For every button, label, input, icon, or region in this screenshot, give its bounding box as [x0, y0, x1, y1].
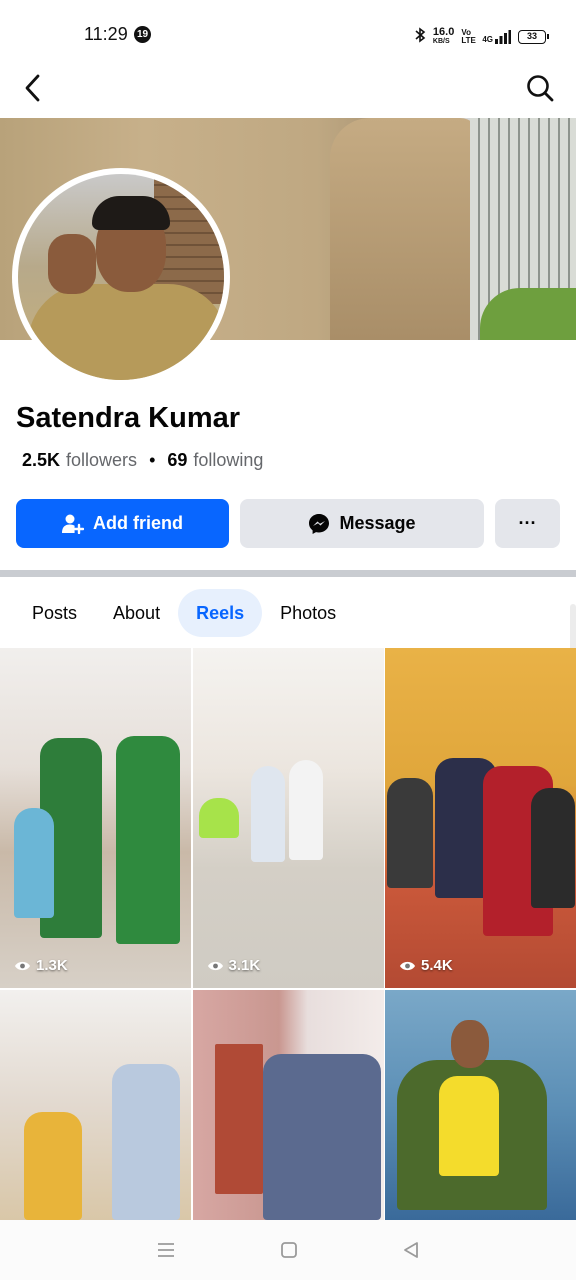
followers-count[interactable]: 2.5K: [22, 450, 60, 471]
reel-views: 1.3K: [14, 957, 68, 974]
following-count[interactable]: 69: [167, 450, 187, 471]
following-label[interactable]: following: [193, 450, 263, 471]
cover-photo-arm: [330, 118, 480, 340]
back-nav-icon[interactable]: [402, 1241, 420, 1259]
eye-icon: [207, 961, 223, 970]
status-time: 11:29: [84, 24, 128, 44]
recent-apps-icon[interactable]: [156, 1242, 176, 1258]
notification-badge: 19: [134, 26, 151, 43]
reel-thumbnail[interactable]: [192, 990, 384, 1220]
avatar-image: [18, 174, 224, 380]
profile-actions: Add friend Message ···: [16, 499, 560, 549]
reel-thumbnail[interactable]: [0, 990, 191, 1220]
reel-views: 5.4K: [399, 957, 453, 974]
back-button[interactable]: [18, 72, 50, 104]
tab-photos[interactable]: Photos: [262, 589, 354, 637]
home-icon[interactable]: [280, 1241, 298, 1259]
message-button[interactable]: Message: [240, 499, 484, 548]
reel-thumbnail[interactable]: 1.3K: [0, 648, 191, 988]
stats-separator: •: [149, 450, 156, 470]
system-nav-bar: [0, 1220, 576, 1280]
add-friend-label: Add friend: [93, 513, 183, 533]
section-divider: [0, 570, 576, 577]
signal-icon: 4G: [482, 29, 511, 44]
tab-about[interactable]: About: [95, 589, 178, 637]
followers-label[interactable]: followers: [66, 450, 137, 471]
back-arrow-icon: [25, 74, 40, 102]
reel-thumbnail[interactable]: 3.1K: [192, 648, 384, 988]
messenger-icon: [309, 513, 330, 534]
profile-stats: 2.5K followers • 69 following: [22, 450, 263, 471]
profile-tabs: Posts About Reels Photos: [0, 588, 576, 638]
status-bar: 11:29 19 16.0 KB/S Vo LTE 4G 33: [0, 0, 576, 70]
add-friend-button[interactable]: Add friend: [16, 499, 229, 548]
bluetooth-icon: [414, 27, 426, 46]
search-icon: [527, 75, 554, 102]
reels-grid: 1.3K 3.1K 5.4K: [0, 648, 576, 1220]
status-icons: 16.0 KB/S Vo LTE 4G 33: [414, 25, 549, 46]
more-options-button[interactable]: ···: [495, 499, 560, 548]
more-options-icon: ···: [518, 513, 537, 533]
volte-indicator: Vo LTE: [461, 27, 476, 45]
eye-icon: [15, 961, 30, 970]
battery-icon: 33: [518, 29, 549, 44]
eye-icon: [400, 961, 415, 970]
reel-views: 3.1K: [207, 957, 260, 974]
reel-thumbnail[interactable]: 5.4K: [385, 648, 576, 988]
profile-picture[interactable]: [12, 168, 230, 386]
tab-posts[interactable]: Posts: [14, 589, 95, 637]
search-button[interactable]: [524, 72, 556, 104]
profile-name: Satendra Kumar: [16, 402, 241, 434]
reel-thumbnail[interactable]: [385, 990, 576, 1220]
cover-photo-greenery: [480, 288, 576, 340]
message-label: Message: [339, 513, 416, 533]
tab-reels[interactable]: Reels: [178, 589, 263, 637]
network-speed: 16.0 KB/S: [432, 25, 455, 45]
person-plus-icon: [62, 514, 84, 534]
